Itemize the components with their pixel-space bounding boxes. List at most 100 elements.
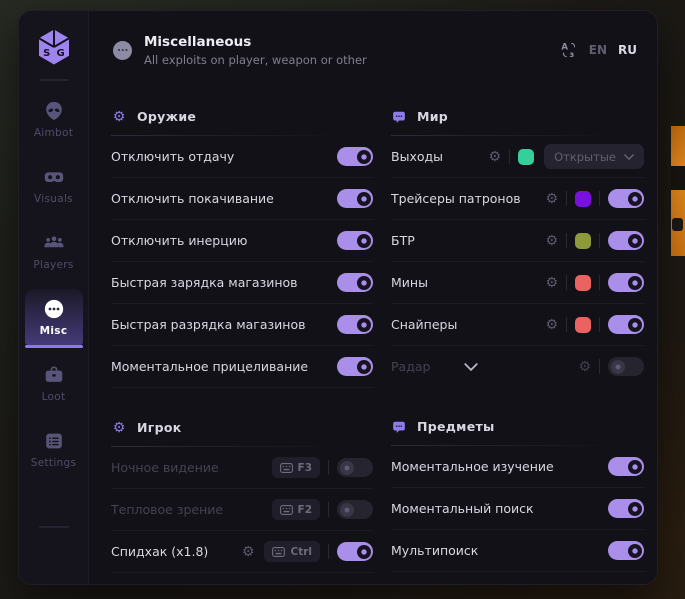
gear-icon[interactable]: ⚙: [545, 234, 558, 248]
color-swatch[interactable]: [575, 317, 591, 333]
setting-row: Отключить покачивание: [111, 178, 373, 220]
toggle[interactable]: [608, 315, 644, 334]
toggle[interactable]: [608, 231, 644, 250]
sidebar-item-loot[interactable]: Loot: [25, 355, 83, 411]
toggle[interactable]: [337, 189, 373, 208]
setting-label: Тепловое зрение: [111, 502, 272, 517]
hotkey-label: F3: [298, 462, 312, 474]
section-header-world: Мир: [391, 93, 644, 124]
hotkey-badge[interactable]: F3: [272, 457, 320, 478]
cheat-menu-window: S G Aimbot Visuals: [18, 10, 658, 585]
sidebar-item-players[interactable]: Players: [25, 223, 83, 279]
setting-row: Выходы ⚙ Открытые: [391, 136, 644, 178]
setting-label: Отключить отдачу: [111, 149, 337, 164]
translate-icon: Aз: [560, 41, 578, 59]
color-swatch[interactable]: [575, 233, 591, 249]
section-title: Оружие: [137, 109, 196, 124]
setting-label: Моментальное изучение: [391, 459, 608, 474]
control-divider: [328, 460, 329, 475]
setting-row: Мины ⚙: [391, 262, 644, 304]
sidebar-item-label: Aimbot: [34, 127, 73, 139]
gear-icon: ⚙: [111, 110, 127, 124]
sidebar-item-settings[interactable]: Settings: [25, 421, 83, 477]
gear-icon[interactable]: ⚙: [545, 192, 558, 206]
section-title: Мир: [417, 109, 448, 124]
setting-row: Моментальное прицеливание: [111, 346, 373, 388]
control-divider: [599, 359, 600, 374]
control-divider: [566, 191, 567, 206]
language-switcher: Aз EN RU: [560, 41, 637, 59]
control-divider: [599, 191, 600, 206]
main-panel: Miscellaneous All exploits on player, we…: [89, 11, 657, 584]
lang-ru-button[interactable]: RU: [618, 43, 637, 57]
hotkey-label: F2: [298, 504, 312, 516]
game-background: S G Aimbot Visuals: [0, 0, 685, 599]
sidebar-divider: [39, 526, 69, 528]
control-divider: [566, 233, 567, 248]
control-divider: [566, 275, 567, 290]
setting-row: Ночное видение F3: [111, 447, 373, 489]
chat-ellipsis-icon: [391, 420, 407, 434]
control-divider: [599, 275, 600, 290]
setting-label: Моментальное прицеливание: [111, 359, 337, 374]
gear-icon[interactable]: ⚙: [578, 360, 591, 374]
sidebar-item-visuals[interactable]: Visuals: [25, 157, 83, 213]
setting-label: Быстрая зарядка магазинов: [111, 275, 337, 290]
toggle[interactable]: [337, 542, 373, 561]
gear-icon[interactable]: ⚙: [242, 545, 255, 559]
toggle[interactable]: [608, 189, 644, 208]
sidebar-nav: Aimbot Visuals Players: [25, 91, 83, 477]
toggle[interactable]: [337, 273, 373, 292]
background-game-fragment: [671, 126, 685, 256]
dropdown-select[interactable]: Открытые: [544, 144, 644, 169]
column-left: ⚙ Оружие Отключить отдачу Отключить пока…: [111, 93, 373, 573]
toggle[interactable]: [337, 500, 373, 519]
section-header-items: Предметы: [391, 403, 644, 434]
gear-icon[interactable]: ⚙: [545, 276, 558, 290]
toggle[interactable]: [337, 315, 373, 334]
setting-row: Моментальное изучение: [391, 446, 644, 488]
control-divider: [328, 502, 329, 517]
color-swatch[interactable]: [575, 275, 591, 291]
logo-letter-s: S: [43, 48, 50, 59]
gear-icon[interactable]: ⚙: [489, 150, 502, 164]
svg-text:A: A: [561, 43, 568, 53]
gear-icon[interactable]: ⚙: [545, 318, 558, 332]
sidebar-item-aimbot[interactable]: Aimbot: [25, 91, 83, 147]
toggle[interactable]: [608, 541, 644, 560]
hotkey-badge[interactable]: F2: [272, 499, 320, 520]
setting-row: Радар ⚙: [391, 346, 644, 387]
toggle[interactable]: [337, 357, 373, 376]
toggle[interactable]: [608, 273, 644, 292]
players-icon: [43, 232, 65, 254]
toggle[interactable]: [337, 231, 373, 250]
chat-ellipsis-icon: [391, 110, 407, 124]
hotkey-badge[interactable]: Ctrl: [264, 541, 320, 562]
lang-en-button[interactable]: EN: [589, 43, 607, 57]
svg-text:з: з: [569, 49, 574, 59]
logo-letter-g: G: [56, 48, 64, 59]
control-divider: [599, 317, 600, 332]
toggle[interactable]: [608, 357, 644, 376]
gear-icon: ⚙: [111, 421, 127, 435]
sidebar-item-label: Misc: [40, 325, 68, 337]
color-swatch[interactable]: [575, 191, 591, 207]
sidebar: S G Aimbot Visuals: [19, 11, 89, 584]
toggle[interactable]: [337, 147, 373, 166]
control-divider: [509, 149, 510, 164]
setting-row: Моментальный поиск: [391, 488, 644, 530]
list-settings-icon: [43, 430, 65, 452]
setting-row: Мультипоиск: [391, 530, 644, 572]
content: ⚙ Оружие Отключить отдачу Отключить пока…: [89, 75, 657, 573]
app-logo-icon: S G: [33, 27, 75, 67]
sidebar-item-misc[interactable]: Misc: [25, 289, 83, 345]
color-swatch[interactable]: [518, 149, 534, 165]
toggle[interactable]: [608, 457, 644, 476]
keyboard-icon: [280, 505, 293, 515]
toggle[interactable]: [337, 458, 373, 477]
chevron-down-icon[interactable]: [464, 363, 478, 371]
setting-row: Снайперы ⚙: [391, 304, 644, 346]
toggle[interactable]: [608, 499, 644, 518]
ellipsis-avatar-icon: [113, 41, 132, 60]
section-header-weapon: ⚙ Оружие: [111, 93, 373, 124]
